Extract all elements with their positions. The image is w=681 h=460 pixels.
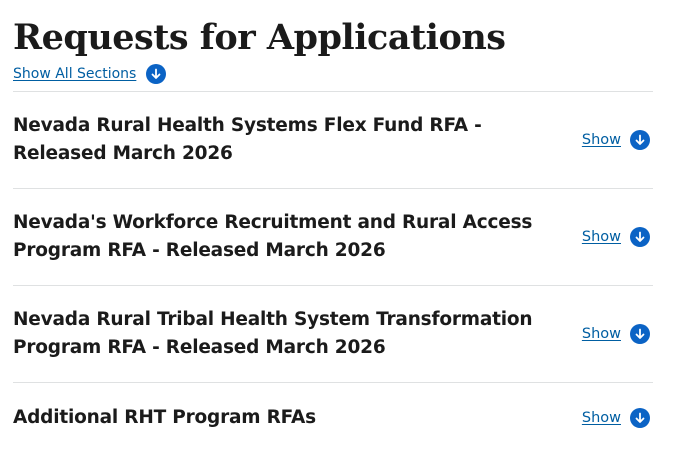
show-toggle-label[interactable]: Show <box>582 229 621 245</box>
accordion-item-title[interactable]: Nevada Rural Tribal Health System Transf… <box>13 306 573 362</box>
arrow-down-icon-glyph <box>635 134 645 145</box>
arrow-down-circle-icon[interactable] <box>630 408 650 428</box>
accordion-item-title[interactable]: Additional RHT Program RFAs <box>13 404 316 432</box>
accordion-item-additional-rfas[interactable]: Additional RHT Program RFAs Show <box>13 383 653 453</box>
arrow-down-circle-icon[interactable] <box>630 130 650 150</box>
arrow-down-icon-glyph <box>151 68 161 79</box>
arrow-down-circle-icon[interactable] <box>630 227 650 247</box>
page-title: Requests for Applications <box>13 17 506 58</box>
show-toggle[interactable]: Show <box>582 227 650 247</box>
show-toggle[interactable]: Show <box>582 130 650 150</box>
show-toggle-label[interactable]: Show <box>582 410 621 426</box>
accordion: Nevada Rural Health Systems Flex Fund RF… <box>13 91 653 453</box>
show-all-sections-button[interactable]: Show All Sections <box>13 63 653 85</box>
arrow-down-circle-icon[interactable] <box>630 324 650 344</box>
show-toggle[interactable]: Show <box>582 408 650 428</box>
accordion-item-flex-fund[interactable]: Nevada Rural Health Systems Flex Fund RF… <box>13 92 653 189</box>
show-toggle[interactable]: Show <box>582 324 650 344</box>
accordion-item-tribal-health[interactable]: Nevada Rural Tribal Health System Transf… <box>13 286 653 383</box>
arrow-down-circle-icon[interactable] <box>146 64 167 84</box>
show-toggle-label[interactable]: Show <box>582 132 621 148</box>
arrow-down-icon-glyph <box>635 412 645 423</box>
arrow-down-icon-glyph <box>635 231 645 242</box>
rfa-page: Requests for Applications Show All Secti… <box>13 0 653 453</box>
arrow-down-icon-glyph <box>635 328 645 339</box>
show-all-sections-label[interactable]: Show All Sections <box>13 66 136 82</box>
accordion-item-title[interactable]: Nevada Rural Health Systems Flex Fund RF… <box>13 112 573 168</box>
accordion-item-workforce[interactable]: Nevada's Workforce Recruitment and Rural… <box>13 189 653 286</box>
show-toggle-label[interactable]: Show <box>582 326 621 342</box>
accordion-item-title[interactable]: Nevada's Workforce Recruitment and Rural… <box>13 209 573 265</box>
